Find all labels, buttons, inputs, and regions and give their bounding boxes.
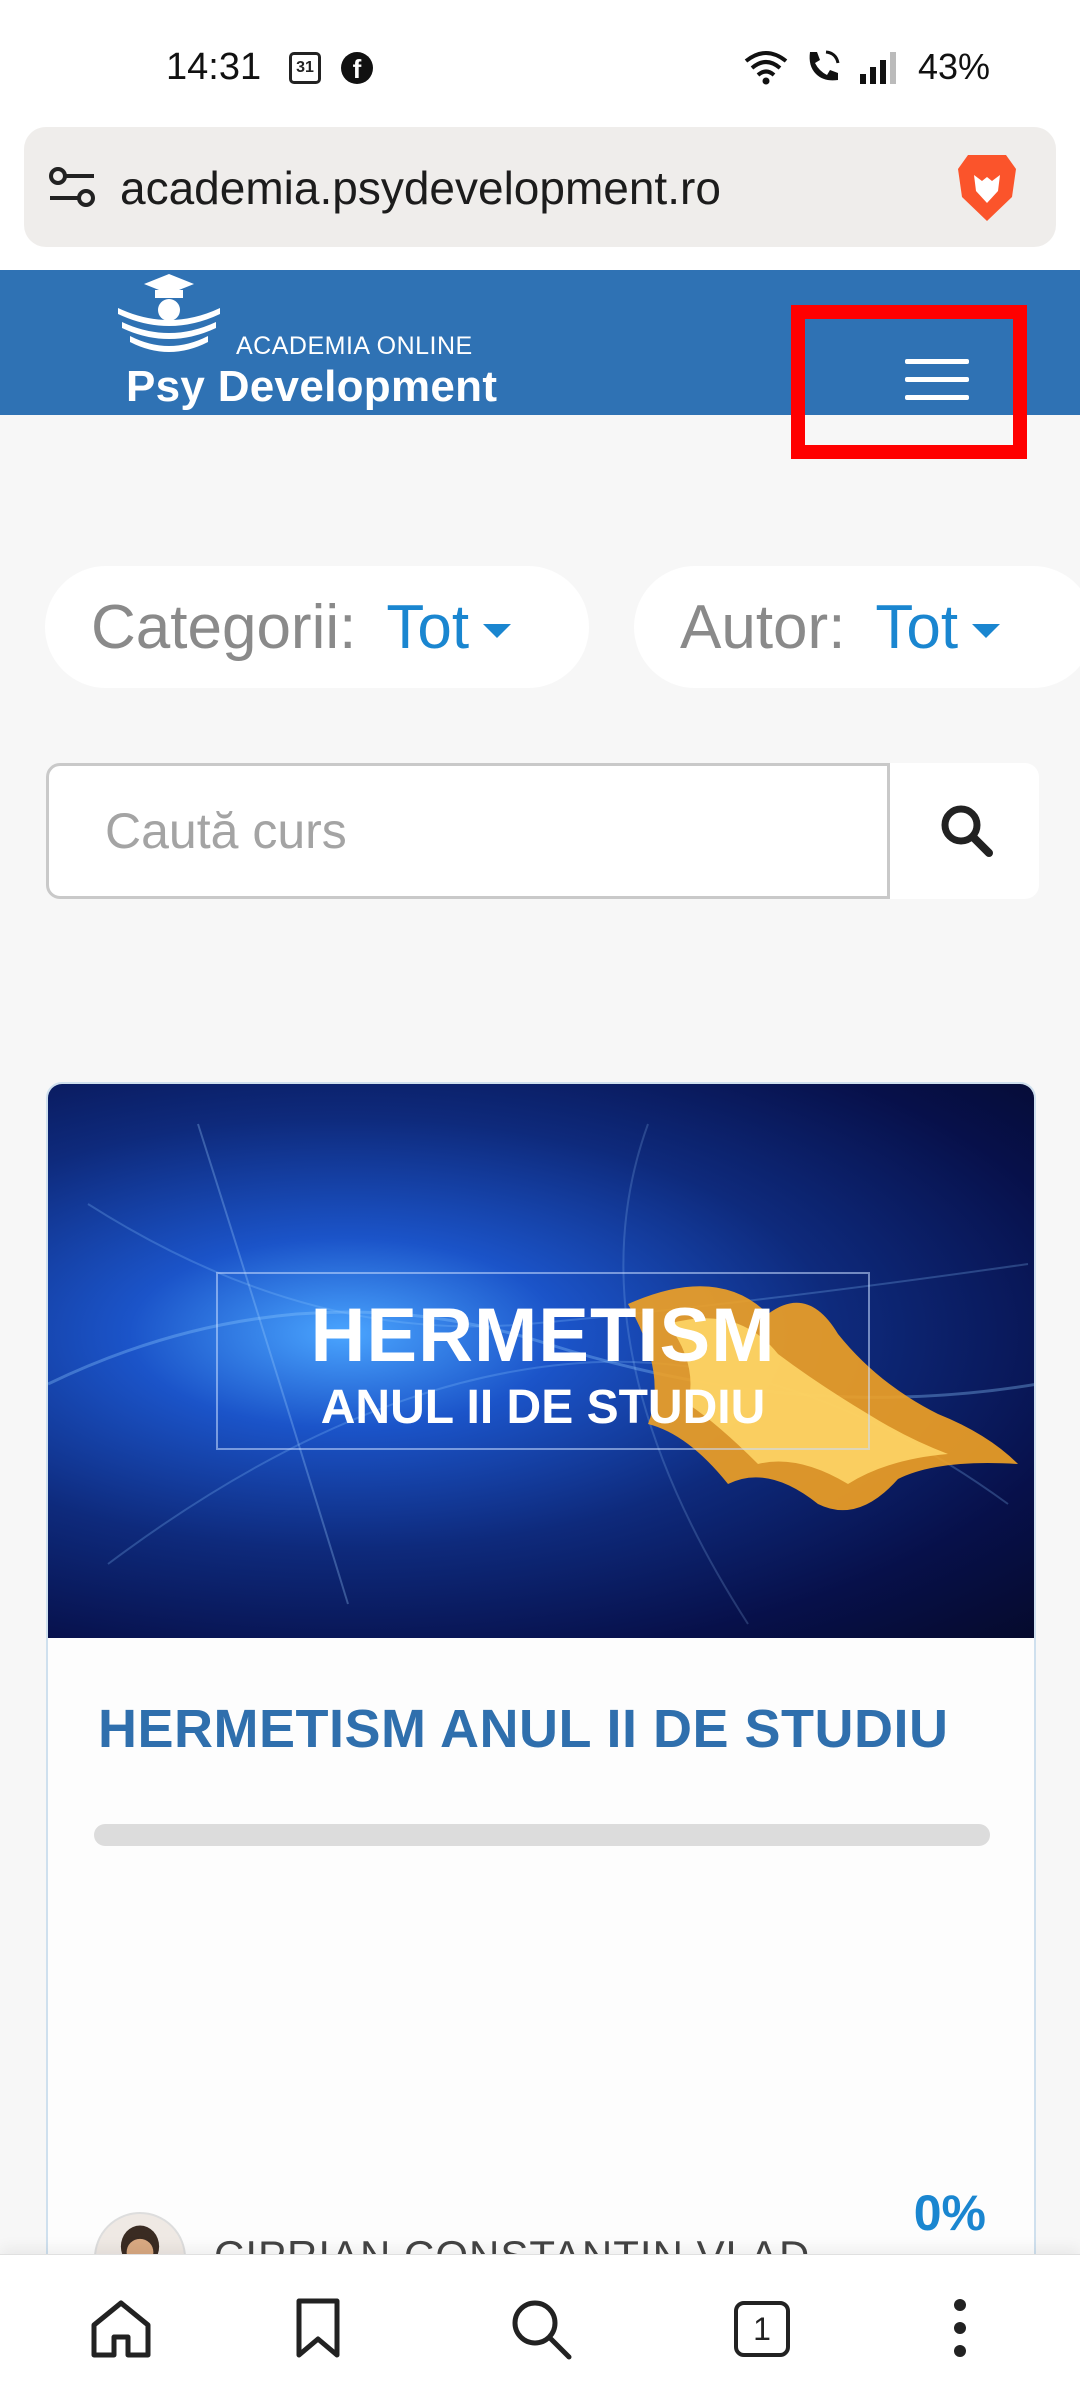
author-label: Autor: (680, 592, 846, 662)
status-time: 14:31 (166, 46, 262, 88)
browser-bottom-nav: 1 (0, 2254, 1080, 2400)
course-image[interactable]: HERMETISM ANUL II DE STUDIU (48, 1084, 1034, 1638)
tabs-icon[interactable]: 1 (728, 2295, 794, 2361)
calendar-icon: 31 (289, 52, 321, 84)
menu-button[interactable] (791, 305, 1027, 459)
search-button[interactable] (887, 763, 1039, 899)
address-bar[interactable]: academia.psydevelopment.ro (24, 127, 1056, 247)
status-indicators: 43% (744, 46, 990, 88)
hamburger-menu-icon[interactable] (905, 359, 969, 413)
academia-logo-icon[interactable] (114, 274, 224, 374)
author-value[interactable]: Tot (875, 592, 958, 663)
author-filter[interactable]: Autor: Tot (634, 566, 1080, 688)
facebook-icon: f (341, 52, 373, 84)
course-card[interactable]: HERMETISM ANUL II DE STUDIU HERMETISM AN… (46, 1082, 1036, 2400)
call-icon (809, 50, 840, 81)
brave-lion-icon[interactable] (954, 151, 1020, 225)
logo-title[interactable]: Psy Development (126, 362, 497, 412)
tune-icon[interactable] (48, 165, 96, 209)
chevron-down-icon[interactable] (972, 624, 1001, 638)
course-progress-bar (94, 1824, 990, 1846)
image-subtitle: ANUL II DE STUDIU (320, 1381, 766, 1434)
search-input[interactable] (49, 766, 887, 896)
status-bar: 14:31 31 f 43% (0, 0, 1080, 125)
category-label: Categorii: (91, 592, 357, 662)
course-title[interactable]: HERMETISM ANUL II DE STUDIU (98, 1698, 949, 1760)
course-search (46, 763, 1039, 899)
url-text[interactable]: academia.psydevelopment.ro (120, 161, 721, 215)
search-icon[interactable] (939, 803, 993, 857)
image-title: HERMETISM (310, 1293, 776, 1378)
browser-toolbar: academia.psydevelopment.ro (0, 125, 1080, 270)
home-icon[interactable] (88, 2295, 154, 2361)
tab-count[interactable]: 1 (734, 2301, 790, 2357)
signal-icon (859, 52, 896, 84)
logo-subtitle: ACADEMIA ONLINE (236, 332, 473, 360)
battery-text: 43% (917, 46, 990, 87)
category-value[interactable]: Tot (386, 592, 469, 663)
course-percent: 0% (913, 2185, 986, 2241)
search-icon[interactable] (507, 2295, 573, 2361)
bookmark-icon[interactable] (285, 2295, 351, 2361)
wifi-icon (744, 51, 788, 85)
category-filter[interactable]: Categorii: Tot (45, 566, 589, 688)
chevron-down-icon[interactable] (483, 624, 512, 638)
more-icon[interactable] (927, 2295, 993, 2361)
